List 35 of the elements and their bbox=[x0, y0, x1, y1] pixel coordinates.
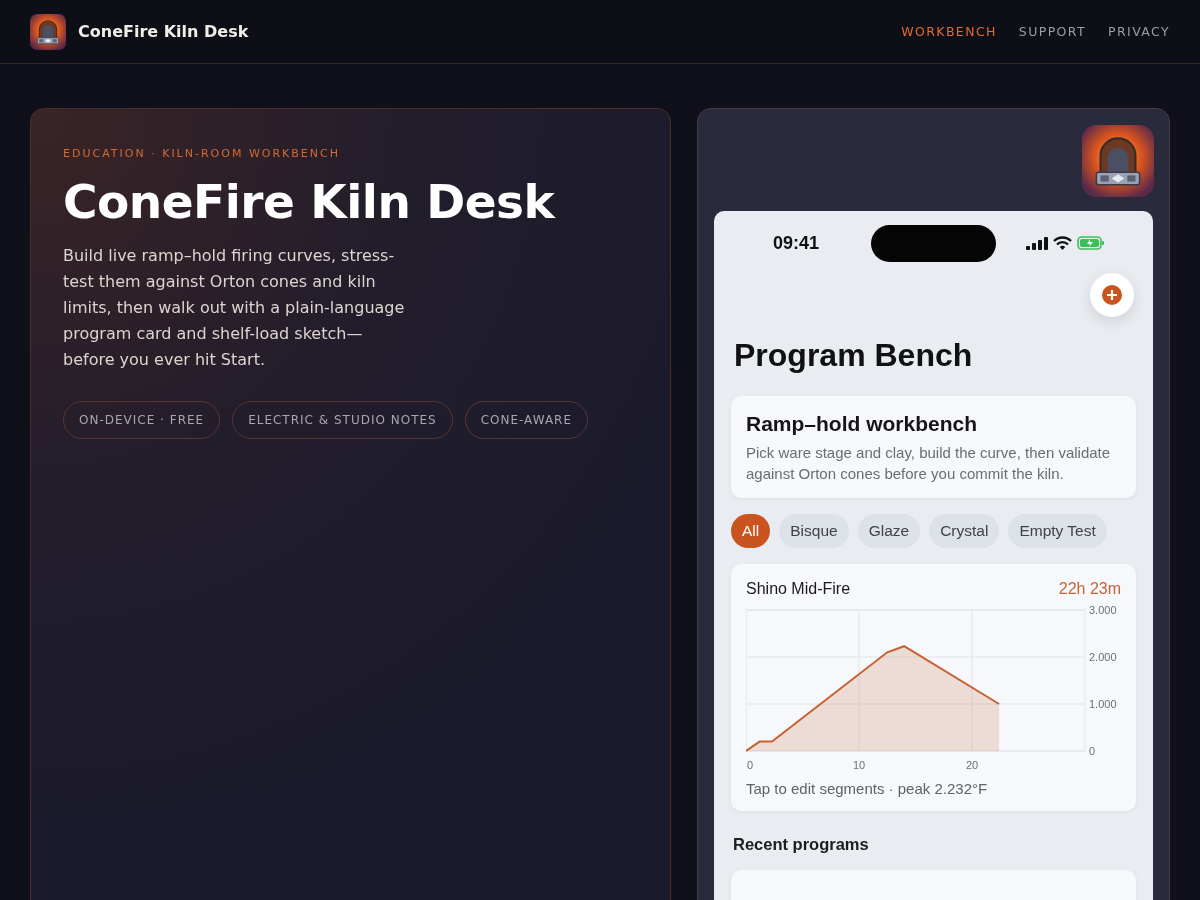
filter-chip[interactable]: Empty Test bbox=[1008, 514, 1107, 548]
filter-chip[interactable]: All bbox=[731, 514, 771, 548]
program-name: Shino Mid-Fire bbox=[746, 580, 851, 598]
hero-description: Build live ramp–hold firing curves, stress-test them against Orton cones and kiln limits, then walk out with a plain-language program card and shelf-load sketch—before you ever hit Start. bbox=[63, 245, 406, 371]
status-time: 09:41 bbox=[773, 232, 821, 254]
signal-icon bbox=[1026, 236, 1048, 250]
card-text: Pick ware stage and clay, build the curve, then validate against Orton cones before you commit the kiln. bbox=[746, 443, 1112, 484]
axis-label: 3.000 bbox=[1089, 604, 1117, 616]
eyebrow-text: EDUCATION · KILN-ROOM WORKBENCH bbox=[63, 147, 341, 160]
screen-title: Program Bench bbox=[734, 337, 974, 374]
app-icon bbox=[1082, 125, 1154, 197]
wifi-icon bbox=[1053, 236, 1072, 250]
filter-chip[interactable]: Bisque bbox=[779, 514, 849, 548]
nav-link[interactable]: WORKBENCH bbox=[901, 24, 997, 39]
card-title: Ramp–hold workbench bbox=[746, 412, 979, 436]
section-heading: Recent programs bbox=[733, 835, 870, 854]
axis-label: 0 bbox=[746, 759, 754, 771]
brand-name: ConeFire Kiln Desk bbox=[78, 22, 249, 41]
axis-label: 2.000 bbox=[1089, 651, 1117, 663]
axis-label: 0 bbox=[1089, 745, 1096, 757]
filter-chip[interactable]: Glaze bbox=[857, 514, 921, 548]
logo-icon bbox=[30, 13, 66, 50]
program-duration: 22h 23m bbox=[1058, 580, 1121, 598]
nav-link[interactable]: PRIVACY bbox=[1108, 24, 1170, 39]
chart-caption: Tap to edit segments · peak 2.232°F bbox=[746, 780, 989, 797]
nav-link[interactable]: SUPPORT bbox=[1018, 24, 1087, 39]
program-card[interactable]: Shino Mid-Fire 22h 23m 0 1.000 2.000 3.000 0 10 20 Tap to edit segments · peak 2.232°F bbox=[731, 564, 1136, 811]
battery-icon bbox=[1077, 236, 1105, 250]
hero-title: ConeFire Kiln Desk bbox=[63, 174, 557, 229]
axis-label: 10 bbox=[852, 759, 866, 771]
add-button[interactable] bbox=[1090, 273, 1134, 317]
axis-label: 1.000 bbox=[1089, 698, 1117, 710]
plus-icon bbox=[1102, 285, 1122, 305]
filter-chip[interactable]: Crystal bbox=[929, 514, 1000, 548]
axis-label: 20 bbox=[965, 759, 979, 771]
